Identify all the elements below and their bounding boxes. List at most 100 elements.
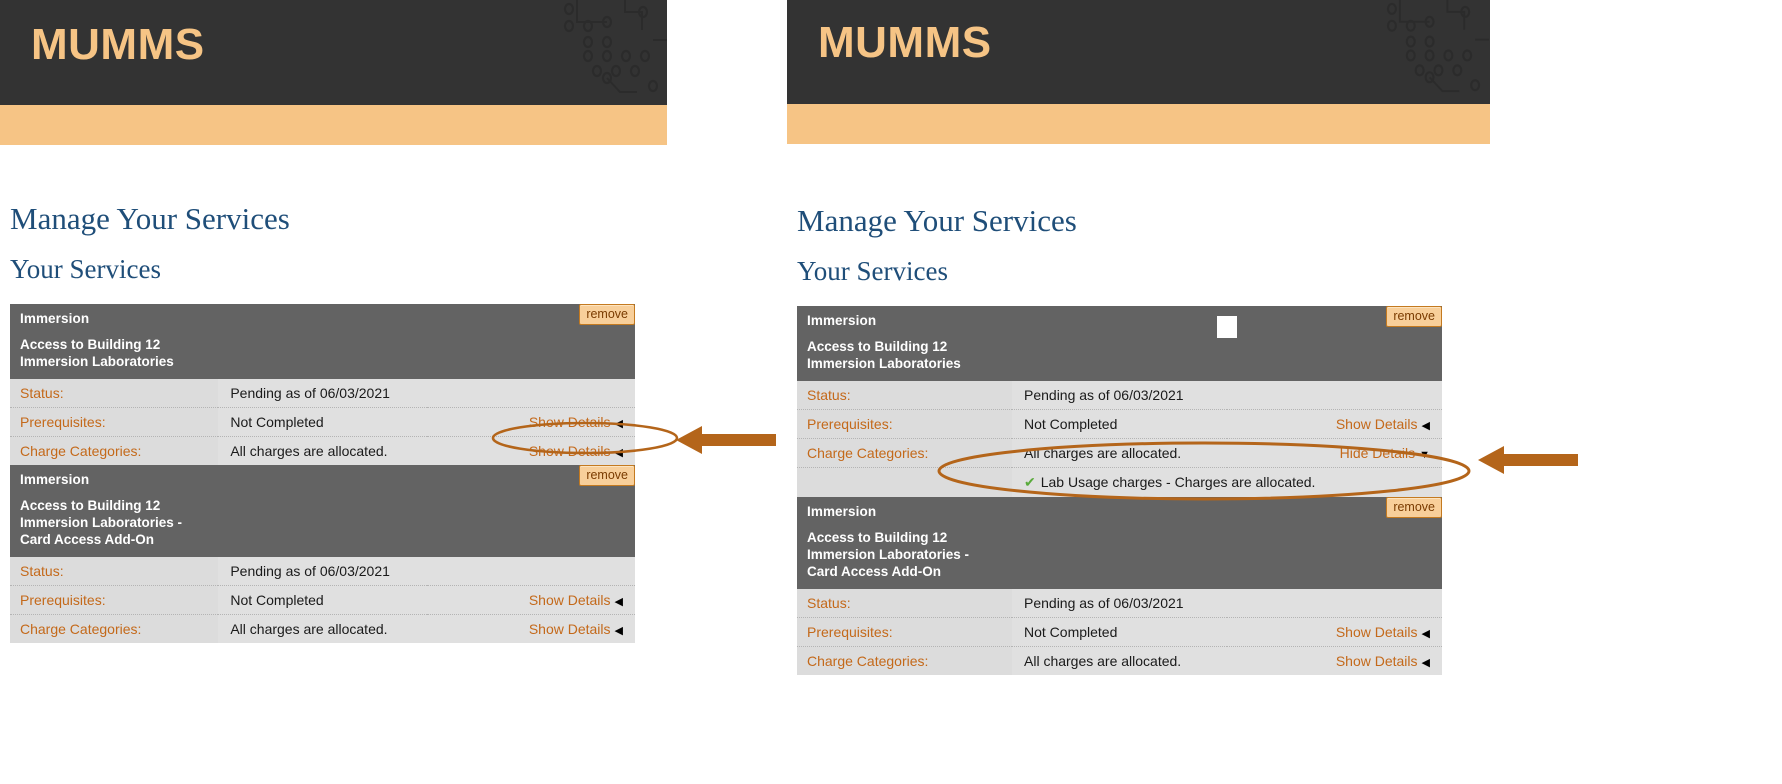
row-label: Status: [807,595,851,611]
row-link-cell [1227,589,1442,618]
remove-button[interactable]: remove [579,465,635,486]
service-name-line3: Card Access Add-On [807,564,942,579]
show-details-link[interactable]: Show Details [1336,416,1418,432]
remove-cell: remove [1227,497,1442,589]
row-value: Not Completed [218,407,427,437]
row-link-cell: Hide Details ▼ [1227,438,1442,468]
left-screenshot-panel: MUMMS Manage Your Services Your Services… [0,0,667,643]
accent-bar [0,105,667,145]
row-link-cell: Show Details ◀ [1227,646,1442,675]
row-value: Pending as of 06/03/2021 [1012,381,1227,410]
show-details-link[interactable]: Show Details [529,621,611,637]
charge-detail-text: Lab Usage charges - Charges are allocate… [1040,474,1316,490]
right-screenshot-panel: MUMMS Manage Your Services Your Services… [787,0,1490,675]
service-name-line2: Immersion Laboratories [807,356,961,371]
row-label: Status: [20,385,64,401]
mumms-logo: MUMMS [818,18,992,67]
row-link-cell [1227,381,1442,410]
mumms-logo: MUMMS [31,20,205,69]
table-row: Status: Pending as of 06/03/2021 [10,379,635,408]
remove-button[interactable]: remove [579,304,635,325]
show-details-link[interactable]: Show Details [529,443,611,459]
row-link-cell: Show Details ◀ [426,436,635,465]
table-row: Prerequisites: Not Completed Show Detail… [797,409,1442,439]
page-title: Manage Your Services [797,203,1077,238]
check-icon: ✔ [1024,474,1036,490]
row-label: Prerequisites: [10,585,219,615]
chevron-left-icon[interactable]: ◀ [615,624,623,637]
service-category: Immersion [807,504,877,519]
service-name-line2: Immersion Laboratories - [807,547,970,562]
service-header-info: Immersion Access to Building 12 Immersio… [797,306,1227,381]
service-name-line1: Access to Building 12 [20,498,161,513]
show-details-link[interactable]: Show Details [1336,653,1418,669]
row-value: Not Completed [1012,409,1227,439]
row-value: Pending as of 06/03/2021 [1012,589,1227,618]
service-name-line1: Access to Building 12 [807,530,948,545]
circuit-pattern-decoration [563,0,667,93]
service-name: Access to Building 12 Immersion Laborato… [797,519,1227,589]
service-header-row: Immersion Access to Building 12 Immersio… [797,497,1442,589]
remove-button[interactable]: remove [1386,497,1442,518]
service-header-row: Immersion Access to Building 12 Immersio… [797,306,1442,381]
row-label-empty [797,467,1012,497]
service-header-row: Immersion Access to Building 12 Immersio… [10,465,635,557]
row-label: Prerequisites: [797,617,1012,647]
service-category: Immersion [20,311,90,326]
chevron-left-icon[interactable]: ◀ [615,595,623,608]
row-value: Pending as of 06/03/2021 [218,557,427,586]
service-name-line1: Access to Building 12 [807,339,948,354]
row-label: Prerequisites: [10,407,219,437]
service-category: Immersion [807,313,877,328]
table-row: Charge Categories: All charges are alloc… [797,646,1442,675]
table-row: Status: Pending as of 06/03/2021 [797,381,1442,410]
expanded-detail-row: ✔ Lab Usage charges - Charges are allocat… [797,467,1442,497]
section-title: Your Services [10,254,162,284]
service-name-line2: Immersion Laboratories - [20,515,183,530]
chevron-down-icon[interactable]: ▼ [1419,449,1430,461]
charge-detail-text-cell: ✔ Lab Usage charges - Charges are allocat… [1012,467,1442,497]
row-label: Prerequisites: [797,409,1012,439]
service-name-line2: Immersion Laboratories [20,354,174,369]
show-details-link[interactable]: Show Details [529,414,611,430]
page-title: Manage Your Services [10,201,290,236]
row-label: Charge Categories: [10,614,219,643]
left-pointer-arrow [676,422,776,458]
service-header-row: Immersion Access to Building 12 Immersio… [10,304,635,379]
service-category: Immersion [20,472,90,487]
row-value: Not Completed [1012,617,1227,647]
row-label: Charge Categories: [797,438,1012,468]
service-name: Access to Building 12 Immersion Laborato… [797,328,1227,381]
service-header-info: Immersion Access to Building 12 Immersio… [10,304,427,379]
row-link-cell: Show Details ◀ [426,614,635,643]
hide-details-link[interactable]: Hide Details [1340,445,1415,461]
row-label: Charge Categories: [10,436,219,465]
chevron-left-icon[interactable]: ◀ [1422,419,1430,432]
row-link-cell: Show Details ◀ [426,407,635,437]
chevron-left-icon[interactable]: ◀ [615,446,623,459]
remove-cell: remove [1227,306,1442,381]
table-row: Status: Pending as of 06/03/2021 [10,557,635,586]
table-row: Charge Categories: All charges are alloc… [10,436,635,465]
show-details-link[interactable]: Show Details [529,592,611,608]
row-value: All charges are allocated. [1012,438,1227,468]
cursor-artifact [1217,316,1237,338]
section-title: Your Services [797,256,949,286]
site-header: MUMMS [0,0,667,105]
row-value: All charges are allocated. [218,436,427,465]
table-row: Charge Categories: All charges are alloc… [797,438,1442,468]
row-link-cell [426,379,635,408]
show-details-link[interactable]: Show Details [1336,624,1418,640]
remove-button[interactable]: remove [1386,306,1442,327]
table-row: Status: Pending as of 06/03/2021 [797,589,1442,618]
chevron-left-icon[interactable]: ◀ [615,417,623,430]
row-value: Pending as of 06/03/2021 [218,379,427,408]
table-row: Prerequisites: Not Completed Show Detail… [10,407,635,437]
row-value: All charges are allocated. [1012,646,1227,675]
chevron-left-icon[interactable]: ◀ [1422,627,1430,640]
service-name: Access to Building 12 Immersion Laborato… [10,487,427,557]
row-value: Not Completed [218,585,427,615]
chevron-left-icon[interactable]: ◀ [1422,656,1430,669]
row-label: Status: [807,387,851,403]
table-row: Prerequisites: Not Completed Show Detail… [797,617,1442,647]
